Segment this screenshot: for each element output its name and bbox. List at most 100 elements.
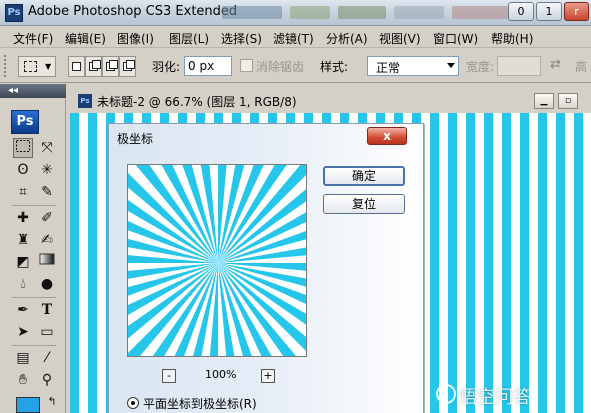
- pen-icon: ✒: [17, 302, 29, 318]
- brush-tool[interactable]: ✐: [37, 208, 57, 228]
- menu-window[interactable]: 窗口(W): [433, 30, 478, 47]
- healing-brush-tool[interactable]: ✚: [13, 208, 33, 228]
- stamp-icon: ♜: [16, 232, 30, 248]
- gradient-tool[interactable]: [37, 252, 57, 272]
- zoom-out-button[interactable]: -: [162, 369, 176, 383]
- antialias-label: 消除锯齿: [256, 60, 305, 74]
- app-title: Adobe Photoshop CS3 Extended: [28, 4, 238, 19]
- add-selection-button[interactable]: [85, 56, 102, 77]
- dropdown-arrow-icon: [447, 63, 455, 68]
- crop-tool[interactable]: ⌗: [13, 182, 33, 202]
- lasso-tool[interactable]: ʘ: [13, 160, 33, 180]
- minimize-button[interactable]: 0: [508, 2, 534, 21]
- toolbox-separator: [12, 345, 56, 346]
- collapse-icon: ◂◂: [8, 85, 19, 96]
- menu-layer[interactable]: 图层(L): [169, 30, 209, 47]
- watermark-text: 悟空问答: [459, 387, 531, 408]
- subtract-selection-button[interactable]: [102, 56, 119, 77]
- feather-input[interactable]: 0 px: [184, 56, 232, 76]
- eyedropper-icon: ⁄: [45, 350, 49, 366]
- notes-tool[interactable]: ▤: [13, 348, 33, 368]
- ok-button[interactable]: 确定: [323, 166, 405, 186]
- menu-select[interactable]: 选择(S): [221, 30, 262, 47]
- clone-stamp-tool[interactable]: ♜: [13, 230, 33, 250]
- tool-preset-picker[interactable]: ▼: [18, 56, 56, 77]
- type-icon: T: [41, 302, 53, 318]
- dropdown-arrow-icon: ▼: [45, 62, 52, 71]
- marquee-tool[interactable]: [13, 138, 33, 158]
- magic-wand-tool[interactable]: ✳: [37, 160, 57, 180]
- toolbox-separator: [12, 297, 56, 298]
- doc-minimize-button[interactable]: ▁: [534, 93, 554, 109]
- rect-to-polar-label: 平面坐标到极坐标(R): [143, 397, 257, 411]
- swap-width-height-icon[interactable]: ⇄: [550, 57, 561, 72]
- new-selection-button[interactable]: [68, 56, 85, 77]
- path-selection-tool[interactable]: ➤: [13, 322, 33, 342]
- maximize-icon: 1: [545, 5, 553, 18]
- eyedropper-tool[interactable]: ⁄: [37, 348, 57, 368]
- type-tool[interactable]: T: [37, 300, 57, 320]
- menu-filter[interactable]: 滤镜(T): [273, 30, 314, 47]
- blurred-taskbar-area: [222, 6, 282, 19]
- style-select[interactable]: 正常: [367, 56, 459, 76]
- antialias-checkbox[interactable]: [240, 59, 253, 72]
- dialog-close-button[interactable]: x: [367, 127, 407, 145]
- polar-coordinates-dialog: 极坐标 x 确定 复位 - 100% + 平面坐标到极坐标(R): [108, 123, 424, 413]
- close-button[interactable]: r: [564, 2, 589, 21]
- notes-icon: ▤: [16, 350, 30, 366]
- shape-tool[interactable]: ▭: [37, 322, 57, 342]
- rect-to-polar-radio[interactable]: [127, 397, 139, 409]
- magnifier-icon: ⚲: [41, 372, 53, 388]
- menu-image[interactable]: 图像(I): [117, 30, 154, 47]
- pen-tool[interactable]: ✒: [13, 300, 33, 320]
- foreground-color-swatch[interactable]: [16, 397, 40, 413]
- reset-button[interactable]: 复位: [323, 194, 405, 214]
- filter-preview[interactable]: [127, 164, 307, 357]
- toolbox-header[interactable]: ◂◂: [0, 84, 66, 98]
- photoshop-logo-icon: Ps: [5, 4, 23, 22]
- eraser-tool[interactable]: ◩: [13, 252, 33, 272]
- hand-icon: ✋︎: [19, 372, 27, 388]
- zoom-level: 100%: [205, 368, 237, 381]
- width-input[interactable]: [497, 56, 541, 76]
- marquee-icon: [16, 140, 30, 152]
- crop-icon: ⌗: [19, 184, 27, 200]
- lasso-icon: ʘ: [17, 162, 29, 178]
- toolbox-photoshop-logo[interactable]: Ps: [11, 110, 39, 134]
- menu-file[interactable]: 文件(F): [13, 30, 53, 47]
- menu-bar: 文件(F) 编辑(E) 图像(I) 图层(L) 选择(S) 滤镜(T) 分析(A…: [0, 27, 591, 48]
- rectangle-marquee-icon: [24, 61, 37, 72]
- blur-tool[interactable]: 💧︎: [13, 274, 33, 294]
- swap-arrow-icon: ↰: [47, 395, 57, 408]
- zoom-in-button[interactable]: +: [261, 369, 275, 383]
- gradient-icon: [39, 253, 55, 265]
- close-icon: x: [383, 129, 391, 143]
- eraser-icon: ◩: [16, 254, 30, 270]
- rectangle-shape-icon: ▭: [40, 324, 54, 340]
- width-label: 宽度:: [466, 60, 495, 74]
- slice-tool[interactable]: ✎: [37, 182, 57, 202]
- history-brush-tool[interactable]: ✍: [37, 230, 57, 250]
- doc-restore-button[interactable]: ▫: [558, 93, 578, 109]
- swap-colors-button[interactable]: ↰: [42, 392, 62, 412]
- blurred-taskbar-area: [290, 6, 330, 19]
- menu-help[interactable]: 帮助(H): [491, 30, 533, 47]
- intersect-selection-icon-overlay: [126, 60, 135, 69]
- menu-edit[interactable]: 编辑(E): [65, 30, 106, 47]
- hand-tool[interactable]: ✋︎: [13, 370, 33, 390]
- options-bar-grip[interactable]: [4, 55, 8, 77]
- dodge-tool[interactable]: ●: [37, 274, 57, 294]
- options-bar: ▼ 羽化: 0 px 消除锯齿 样式: 正常 宽度: ⇄ 高: [0, 49, 591, 83]
- subtract-selection-icon-overlay: [109, 60, 118, 69]
- move-tool[interactable]: ⤧: [37, 138, 57, 158]
- menu-analysis[interactable]: 分析(A): [326, 30, 368, 47]
- intersect-selection-button[interactable]: [119, 56, 136, 77]
- zoom-tool[interactable]: ⚲: [37, 370, 57, 390]
- menu-view[interactable]: 视图(V): [379, 30, 421, 47]
- restore-icon: ▫: [564, 96, 572, 106]
- style-select-value: 正常: [376, 61, 401, 75]
- document-title-bar[interactable]: Ps 未标题-2 @ 66.7% (图层 1, RGB/8) ▁ ▫: [70, 88, 591, 112]
- history-brush-icon: ✍: [41, 232, 53, 248]
- blur-drop-icon: 💧︎: [20, 276, 26, 292]
- maximize-button[interactable]: 1: [536, 2, 562, 21]
